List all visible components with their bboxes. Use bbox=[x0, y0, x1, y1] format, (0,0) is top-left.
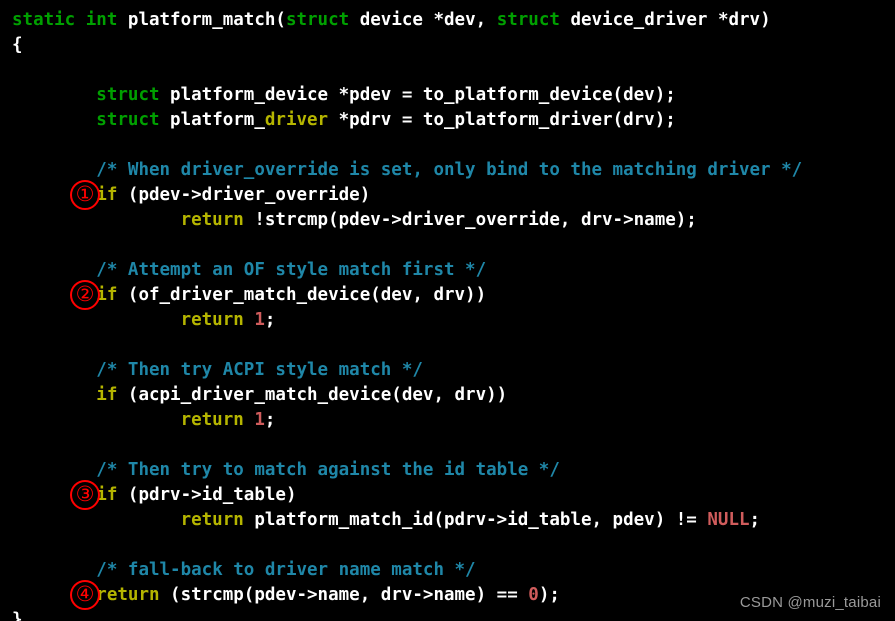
code-token-plain: !strcmp(pdev->driver_override, drv->name… bbox=[243, 210, 697, 230]
code-token-plain: (acpi_driver_match_device(dev, drv)) bbox=[117, 385, 508, 405]
code-token-kw: struct bbox=[496, 10, 560, 30]
code-block: static int platform_match(struct device … bbox=[0, 0, 895, 621]
code-line: return 1; bbox=[0, 308, 895, 333]
code-token-ctl: if bbox=[96, 385, 118, 405]
step-marker-4: ④ bbox=[70, 580, 100, 610]
code-line: /* fall-back to driver name match */ bbox=[0, 558, 895, 583]
step-marker-2: ② bbox=[70, 280, 100, 310]
code-token-ctl: return bbox=[180, 210, 244, 230]
step-marker-3: ③ bbox=[70, 480, 100, 510]
code-token-plain: (strcmp(pdev->name, drv->name) == bbox=[159, 585, 529, 605]
code-line: /* Then try ACPI style match */ bbox=[0, 358, 895, 383]
code-token-num: 0 bbox=[528, 585, 539, 605]
code-line: static int platform_match(struct device … bbox=[0, 8, 895, 33]
code-token-ctl: return bbox=[96, 585, 160, 605]
code-line: return platform_match_id(pdrv->id_table,… bbox=[0, 508, 895, 533]
code-token-plain: { bbox=[12, 35, 23, 55]
code-line: /* Attempt an OF style match first */ bbox=[0, 258, 895, 283]
code-line: /* When driver_override is set, only bin… bbox=[0, 158, 895, 183]
code-token-plain: (of_driver_match_device(dev, drv)) bbox=[117, 285, 487, 305]
code-token-plain: device *dev, bbox=[349, 10, 497, 30]
code-line: return !strcmp(pdev->driver_override, dr… bbox=[0, 208, 895, 233]
code-token-cmt: /* Attempt an OF style match first */ bbox=[96, 260, 487, 280]
code-token-cmt: /* Then try to match against the id tabl… bbox=[96, 460, 560, 480]
code-token-plain: *pdrv = to_platform_driver(drv); bbox=[328, 110, 676, 130]
code-line: if (pdev->driver_override) ① bbox=[0, 180, 895, 210]
code-line: /* Then try to match against the id tabl… bbox=[0, 458, 895, 483]
code-token-plain: (pdrv->id_table) bbox=[117, 485, 297, 505]
code-token-ctl: return bbox=[180, 410, 244, 430]
code-token-hl: driver bbox=[264, 110, 329, 130]
code-token-plain: platform_match_id(pdrv->id_table, pdev) … bbox=[243, 510, 708, 530]
code-screenshot: static int platform_match(struct device … bbox=[0, 0, 895, 621]
code-line: return 1; bbox=[0, 408, 895, 433]
code-token-plain: ; bbox=[264, 410, 276, 430]
code-token-plain: } bbox=[12, 610, 23, 621]
code-token-plain: ); bbox=[538, 585, 560, 605]
code-token-kw: struct bbox=[285, 10, 350, 30]
step-marker-1: ① bbox=[70, 180, 100, 210]
code-token-kw: struct bbox=[96, 110, 160, 130]
code-token-plain: platform_ bbox=[159, 110, 265, 130]
code-token-kw: struct bbox=[96, 85, 160, 105]
csdn-watermark: CSDN @muzi_taibai bbox=[739, 594, 881, 611]
code-token-cmt: /* When driver_override is set, only bin… bbox=[96, 160, 803, 180]
code-line: if (pdrv->id_table) ③ bbox=[0, 480, 895, 510]
code-token-plain: device_driver *drv) bbox=[559, 10, 771, 30]
code-token-ctl: return bbox=[180, 510, 244, 530]
code-token-plain: ; bbox=[749, 510, 761, 530]
code-token-plain: ; bbox=[264, 310, 276, 330]
code-token-num: NULL bbox=[707, 510, 750, 530]
code-token-plain: platform_match( bbox=[127, 10, 286, 30]
code-token-num: 1 bbox=[254, 410, 265, 430]
code-token-ctl: return bbox=[180, 310, 244, 330]
code-token-kw: static int bbox=[12, 10, 128, 30]
code-token-cmt: /* fall-back to driver name match */ bbox=[96, 560, 476, 580]
code-line: struct platform_device *pdev = to_platfo… bbox=[0, 83, 895, 108]
code-token-plain: platform_device *pdev = to_platform_devi… bbox=[159, 85, 676, 105]
code-line: { bbox=[0, 33, 895, 58]
code-token-cmt: /* Then try ACPI style match */ bbox=[96, 360, 423, 380]
code-line: if (of_driver_match_device(dev, drv)) ② bbox=[0, 280, 895, 310]
code-token-plain: (pdev->driver_override) bbox=[117, 185, 371, 205]
code-token-num: 1 bbox=[254, 310, 265, 330]
code-line: if (acpi_driver_match_device(dev, drv)) bbox=[0, 383, 895, 408]
code-line: struct platform_driver *pdrv = to_platfo… bbox=[0, 108, 895, 133]
